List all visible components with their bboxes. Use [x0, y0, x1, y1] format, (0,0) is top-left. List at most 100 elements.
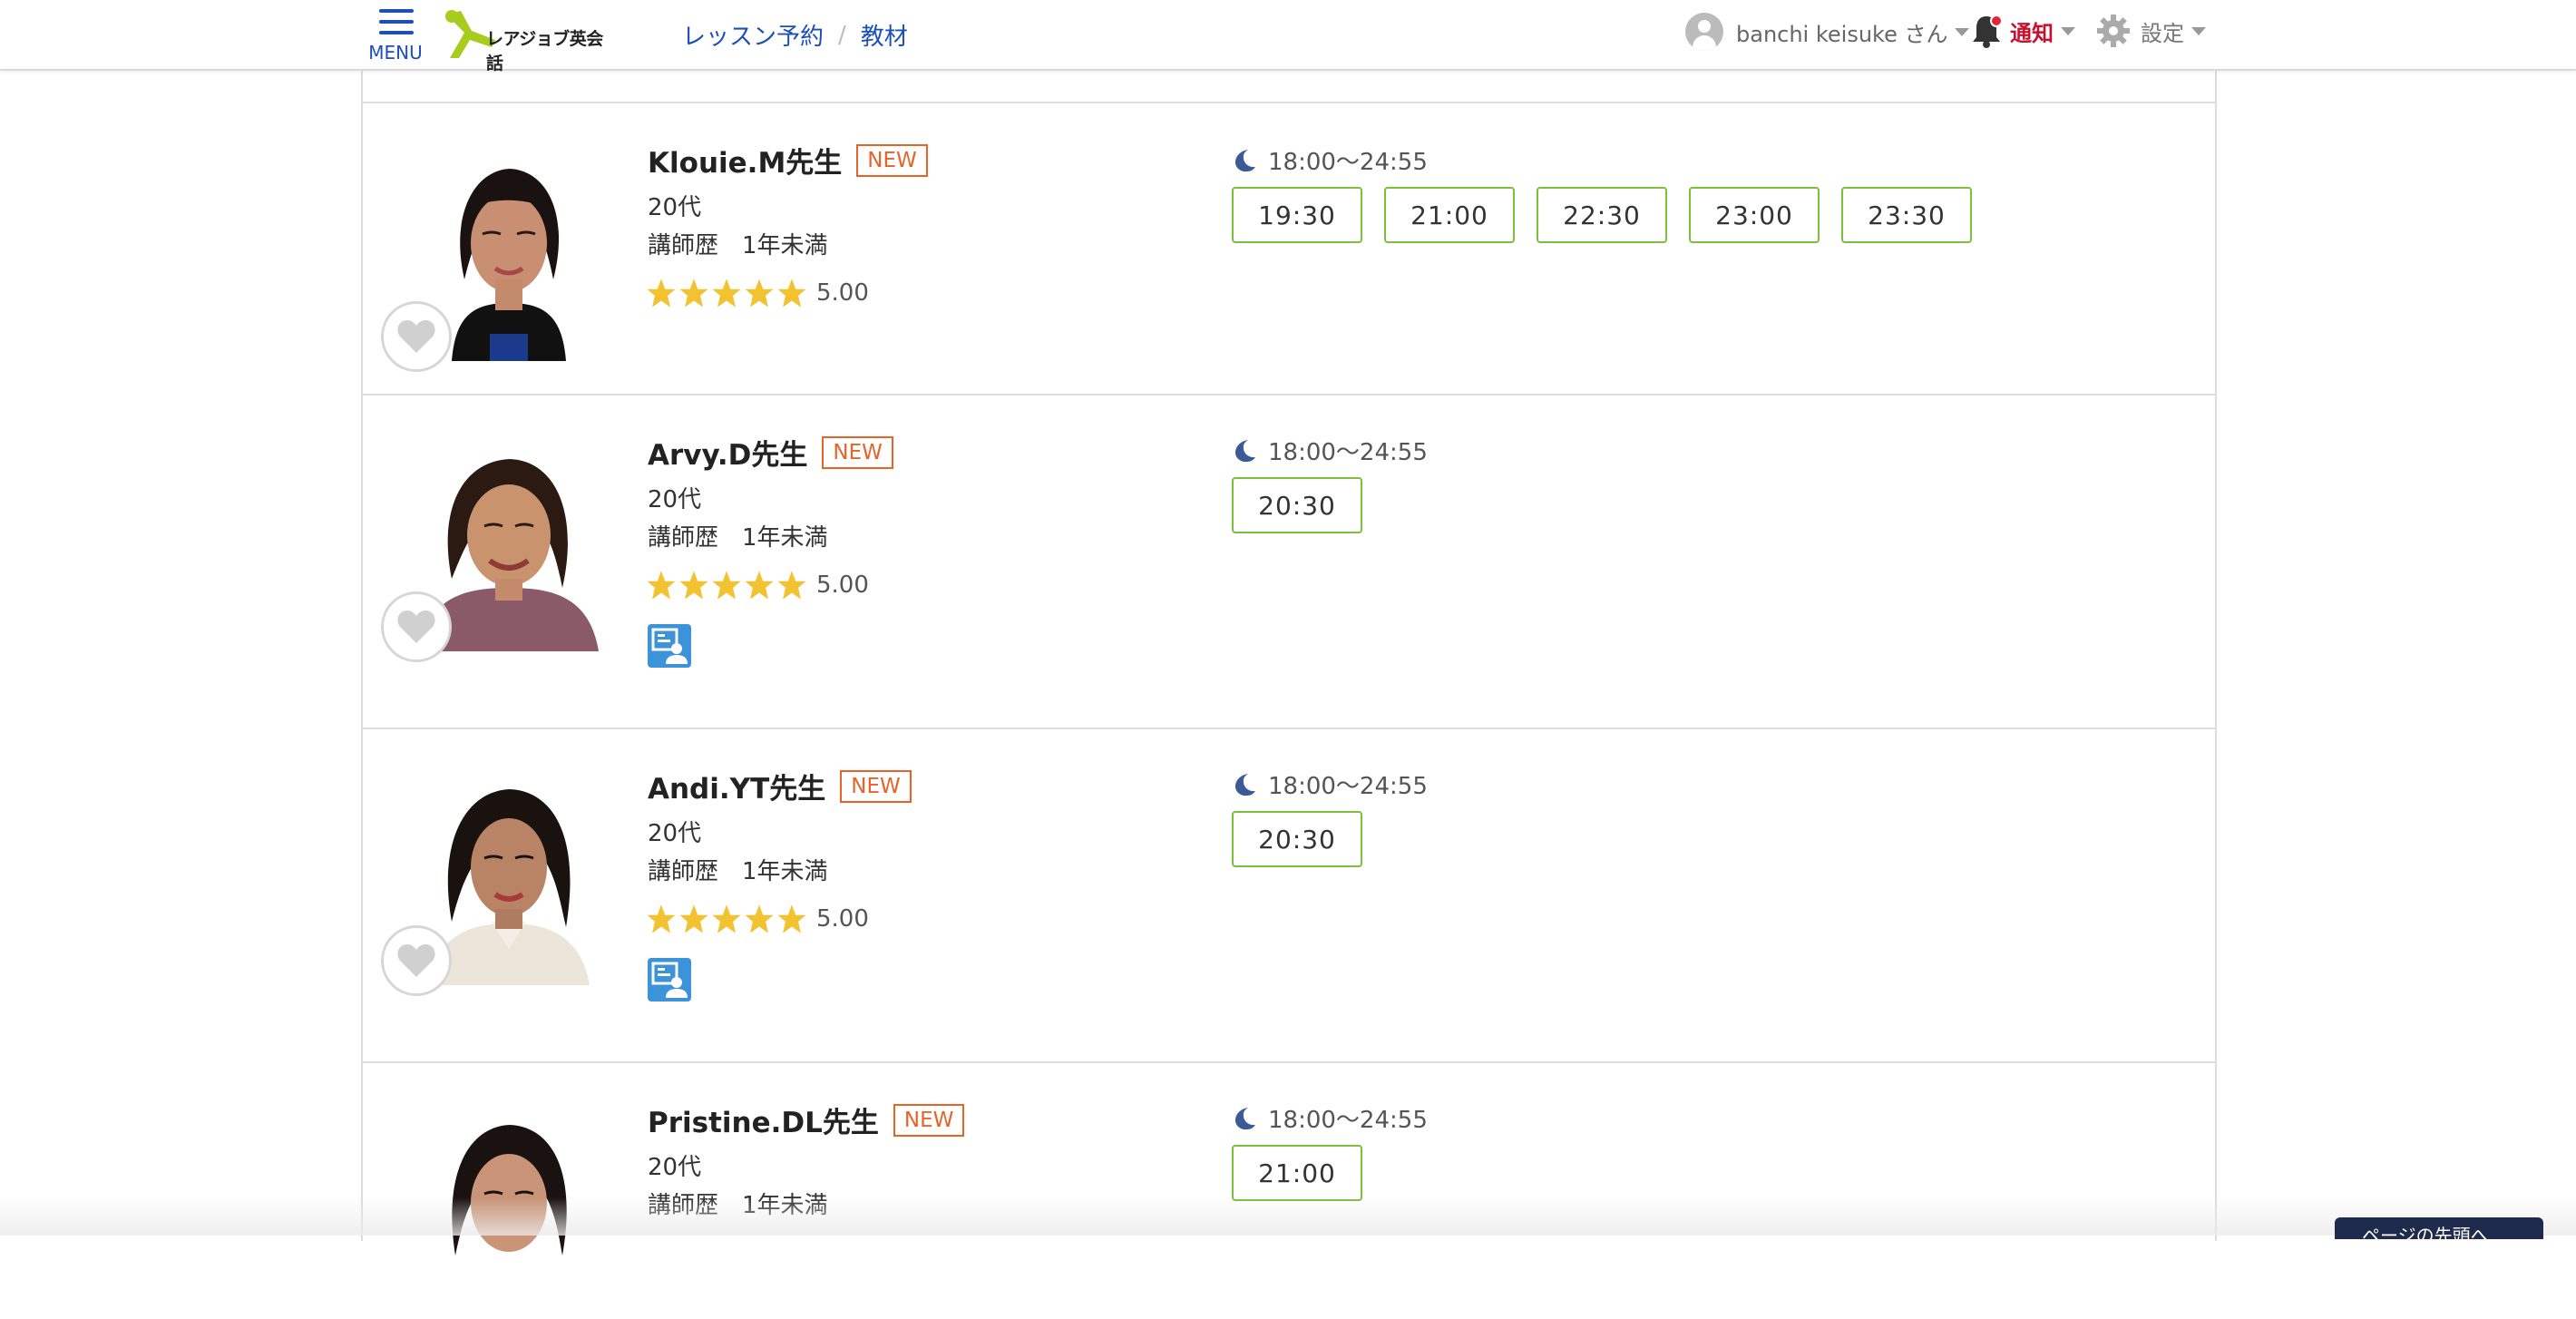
star-icon	[712, 904, 741, 933]
heart-icon	[397, 320, 435, 353]
tutor-row: Andi.YT先生 NEW 20代 講師歴 1年未満 5.00 18:00〜24…	[363, 728, 2215, 1061]
new-badge: NEW	[840, 769, 912, 803]
time-slot-button[interactable]: 20:30	[1232, 811, 1362, 867]
tutor-name-text: Arvy.D先生	[648, 439, 808, 472]
hamburger-icon	[379, 9, 414, 42]
rating-stars: 5.00	[646, 904, 869, 934]
star-icon	[777, 278, 806, 308]
tutor-experience: 講師歴 1年未満	[648, 524, 828, 552]
hours-text: 18:00〜24:55	[1268, 439, 1428, 466]
tutor-name-text: Pristine.DL先生	[648, 1107, 879, 1139]
user-name: banchi keisuke さん	[1736, 21, 1948, 47]
moon-icon	[1235, 439, 1255, 462]
chevron-down-icon	[2191, 26, 2206, 35]
tutor-name-text: Klouie.M先生	[648, 147, 843, 180]
time-slot-button[interactable]: 21:00	[1232, 1145, 1362, 1201]
tutor-row: Klouie.M先生 NEW 20代 講師歴 1年未満 5.00 18:00〜2…	[363, 102, 2215, 394]
star-icon	[647, 904, 676, 933]
tutor-name[interactable]: Pristine.DL先生 NEW	[648, 1099, 965, 1140]
tutor-list: Klouie.M先生 NEW 20代 講師歴 1年未満 5.00 18:00〜2…	[361, 71, 2217, 1319]
notification-menu[interactable]: 通知	[1970, 13, 2075, 49]
tutor-name[interactable]: Andi.YT先生 NEW	[648, 766, 912, 806]
star-icon	[745, 904, 774, 933]
time-slot-button[interactable]: 23:00	[1689, 187, 1820, 243]
menu-label: MENU	[368, 42, 423, 64]
star-icon	[712, 571, 741, 600]
star-icon	[712, 278, 741, 308]
rating-stars: 5.00	[646, 278, 869, 308]
time-slots: 20:30	[1232, 477, 1384, 533]
multimedia-badge-icon	[648, 958, 691, 1001]
available-hours: 18:00〜24:55	[1232, 1101, 1428, 1135]
chevron-down-icon	[2061, 26, 2075, 35]
tutor-age: 20代	[648, 486, 702, 513]
time-slot-button[interactable]: 23:30	[1841, 187, 1972, 243]
time-slots: 19:30 21:00 22:30 23:00 23:30	[1232, 187, 1994, 243]
user-menu[interactable]: banchi keisuke さん	[1685, 13, 1970, 51]
tutor-photo[interactable]	[401, 1101, 617, 1319]
available-hours: 18:00〜24:55	[1232, 143, 1428, 177]
star-icon	[679, 904, 708, 933]
rating-value: 5.00	[816, 572, 869, 599]
settings-label: 設定	[2141, 20, 2184, 46]
time-slot-button[interactable]: 22:30	[1537, 187, 1667, 243]
moon-icon	[1235, 773, 1255, 796]
notification-dot	[1990, 15, 2003, 27]
moon-icon	[1235, 1107, 1255, 1129]
multimedia-badge-icon	[648, 624, 691, 668]
tutor-name-text: Andi.YT先生	[648, 773, 826, 806]
available-hours: 18:00〜24:55	[1232, 767, 1428, 801]
menu-button[interactable]: MENU	[366, 5, 424, 64]
tutor-row: Pristine.DL先生 NEW 20代 講師歴 1年未満 18:00〜24:…	[363, 1061, 2215, 1319]
time-slot-button[interactable]: 21:00	[1384, 187, 1515, 243]
bell-icon	[1970, 13, 2003, 49]
breadcrumb-lesson-booking[interactable]: レッスン予約	[682, 18, 824, 52]
time-slot-button[interactable]: 19:30	[1232, 187, 1362, 243]
top-header: MENU レアジョブ英会話 レッスン予約 / 教材 banchi keisuke…	[0, 0, 2576, 73]
settings-menu[interactable]: 設定	[2095, 13, 2206, 49]
page-top-label: ページの先頭へ	[2362, 1225, 2489, 1239]
tutor-name[interactable]: Arvy.D先生 NEW	[648, 432, 893, 473]
tutor-name[interactable]: Klouie.M先生 NEW	[648, 140, 928, 181]
moon-icon	[1235, 149, 1255, 171]
new-badge: NEW	[893, 1103, 965, 1137]
star-icon	[679, 278, 708, 308]
chevron-down-icon	[1955, 27, 1970, 36]
favorite-button[interactable]	[381, 925, 452, 996]
star-icon	[647, 571, 676, 600]
tutor-experience: 講師歴 1年未満	[648, 1192, 828, 1219]
new-badge: NEW	[822, 435, 893, 469]
hours-text: 18:00〜24:55	[1268, 149, 1428, 176]
gear-icon	[2097, 15, 2130, 47]
breadcrumb: レッスン予約 / 教材	[682, 18, 908, 52]
time-slots: 21:00	[1232, 1145, 1384, 1201]
available-hours: 18:00〜24:55	[1232, 434, 1428, 467]
breadcrumb-separator: /	[838, 21, 846, 49]
star-icon	[679, 571, 708, 600]
star-icon	[777, 571, 806, 600]
tutor-age: 20代	[648, 820, 702, 847]
favorite-button[interactable]	[381, 301, 452, 372]
breadcrumb-materials[interactable]: 教材	[861, 18, 908, 52]
tutor-row: Arvy.D先生 NEW 20代 講師歴 1年未満 5.00 18:00〜24:…	[363, 394, 2215, 728]
tutor-experience: 講師歴 1年未満	[648, 232, 828, 259]
rating-stars: 5.00	[646, 570, 869, 601]
notification-label: 通知	[2010, 20, 2054, 46]
time-slot-button[interactable]: 20:30	[1232, 477, 1362, 533]
star-icon	[745, 571, 774, 600]
logo-text: レアジョブ英会話	[486, 29, 603, 73]
star-icon	[647, 278, 676, 308]
star-icon	[777, 904, 806, 933]
tutor-age: 20代	[648, 194, 702, 221]
star-icon	[745, 278, 774, 308]
time-slots: 20:30	[1232, 811, 1384, 867]
rating-value: 5.00	[816, 279, 869, 307]
heart-icon	[397, 611, 435, 643]
tutor-experience: 講師歴 1年未満	[648, 858, 828, 885]
page-top-button[interactable]: ページの先頭へ	[2335, 1217, 2543, 1239]
favorite-button[interactable]	[381, 591, 452, 662]
heart-icon	[397, 944, 435, 977]
user-avatar-icon	[1685, 13, 1723, 51]
logo[interactable]: レアジョブ英会話	[441, 7, 613, 73]
hours-text: 18:00〜24:55	[1268, 1107, 1428, 1134]
